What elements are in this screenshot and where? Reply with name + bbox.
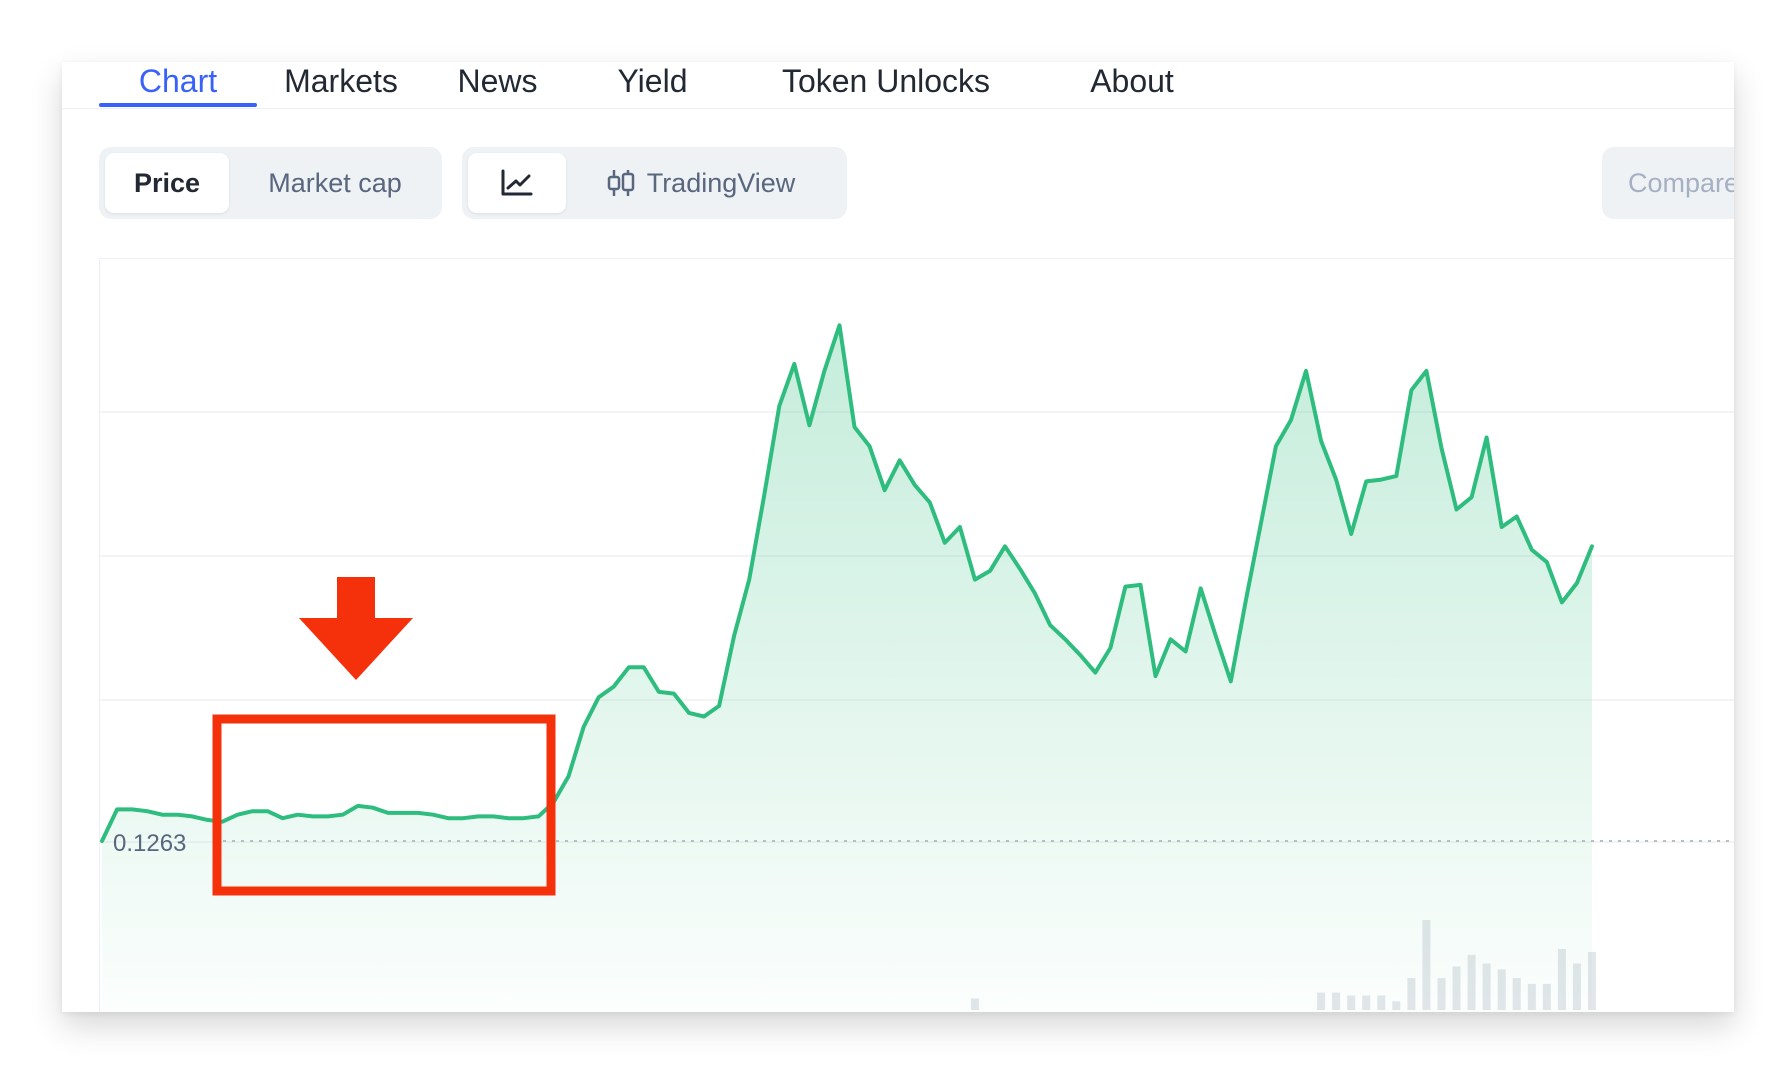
highlight-box bbox=[212, 714, 556, 896]
coin-detail-panel: Chart Markets News Yield Token Unlocks A… bbox=[62, 62, 1734, 1012]
annotation-overlay bbox=[212, 577, 556, 896]
down-arrow-icon bbox=[299, 577, 413, 680]
